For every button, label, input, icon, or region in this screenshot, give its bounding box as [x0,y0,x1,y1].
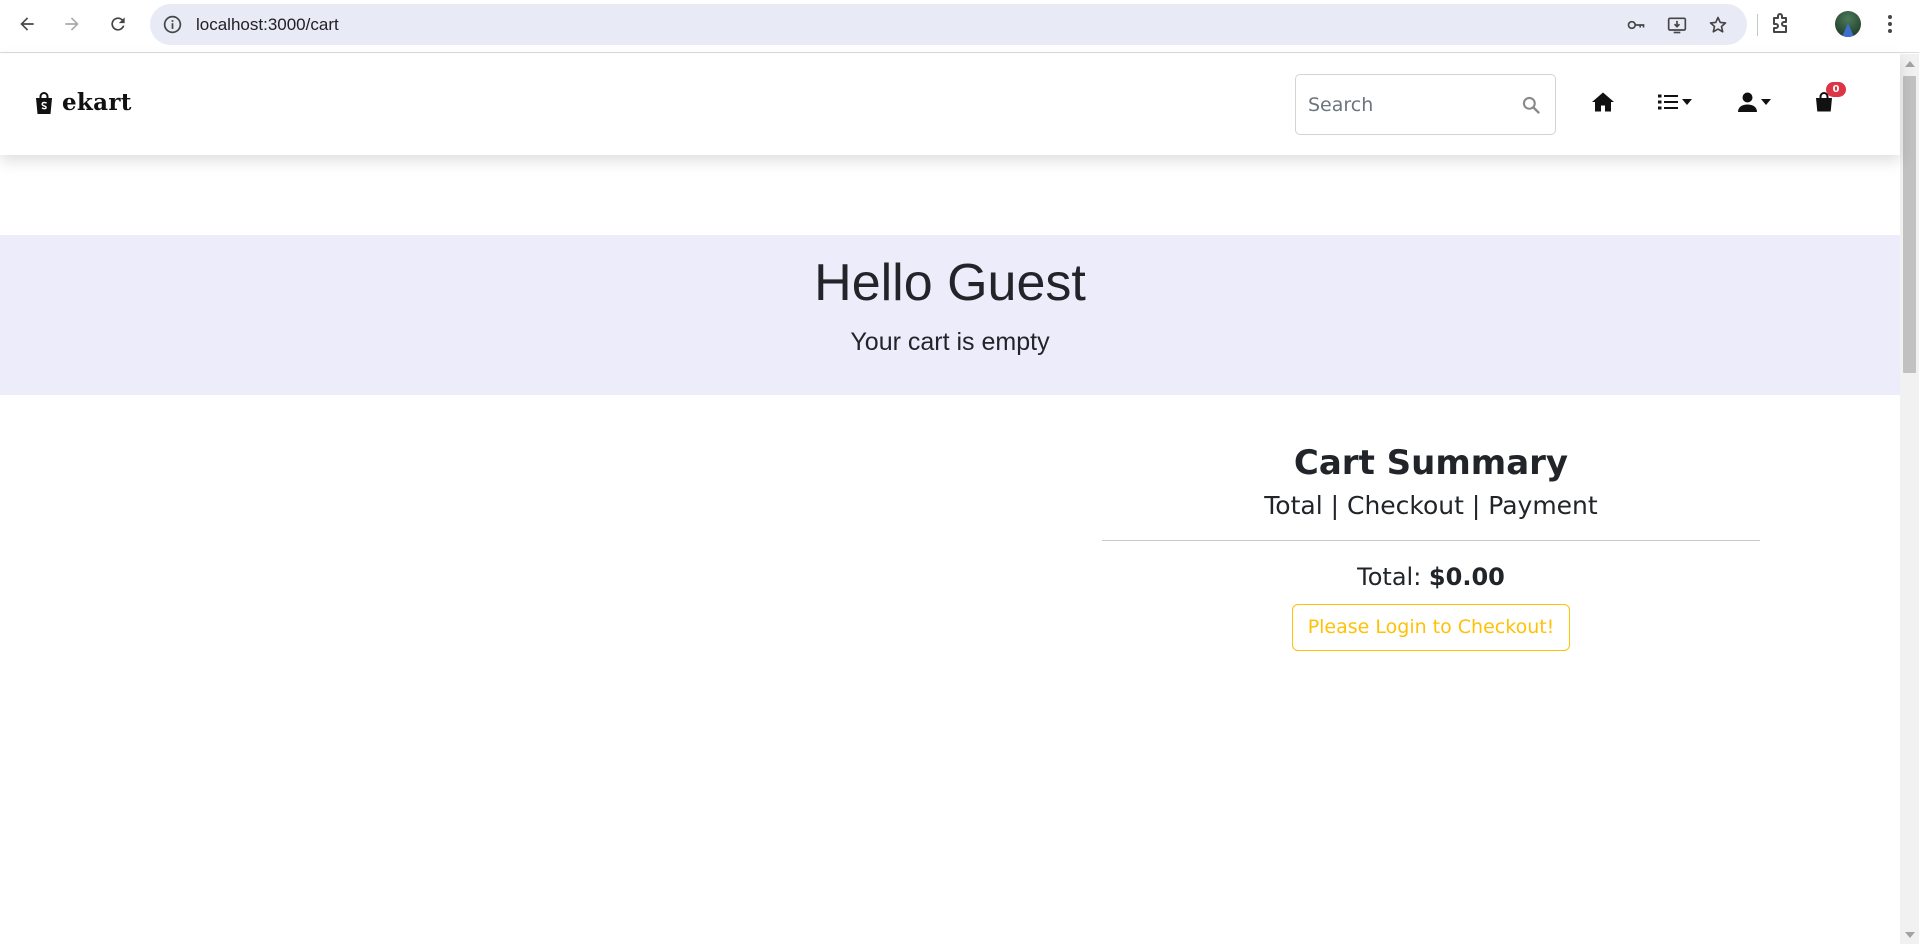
address-bar[interactable]: localhost:3000/cart [150,4,1747,45]
categories-list-icon [1658,94,1678,110]
cart-summary-title: Cart Summary [1293,443,1569,483]
url-text[interactable]: localhost:3000/cart [196,15,339,35]
chevron-down-icon [1761,99,1771,105]
login-to-checkout-button[interactable]: Please Login to Checkout! [1291,604,1571,651]
nav-categories-dropdown[interactable] [1658,90,1692,114]
site-info-icon[interactable] [162,14,183,35]
search-input[interactable] [1308,92,1508,118]
nav-home-link[interactable] [1591,90,1615,114]
nav-user-dropdown[interactable] [1738,90,1771,114]
greeting-title: Hello Guest [814,254,1086,312]
user-icon [1738,92,1757,112]
greeting-banner: Hello Guest Your cart is empty [0,235,1900,395]
summary-divider [1102,540,1760,541]
back-button[interactable] [12,9,42,39]
forward-icon [65,17,79,31]
cart-summary-panel: Cart Summary Total | Checkout | Payment … [1102,442,1760,651]
home-icon [1592,92,1614,112]
bookmark-star-icon[interactable] [1707,15,1729,35]
profile-avatar[interactable] [1835,11,1861,37]
install-app-icon[interactable] [1666,15,1688,35]
password-key-icon[interactable] [1625,15,1647,35]
brand-logo-link[interactable]: ekart [34,89,132,116]
site-navbar: ekart 0 [0,54,1900,155]
cart-summary-subtitle: Total | Checkout | Payment [1264,491,1598,520]
reload-button[interactable] [103,9,133,39]
shopping-bag-icon [36,91,52,114]
scroll-up-arrow-icon[interactable] [1905,61,1915,67]
more-menu-icon[interactable] [1880,13,1900,35]
scroll-down-arrow-icon[interactable] [1905,932,1915,938]
browser-toolbar: localhost:3000/cart [0,0,1919,53]
cart-count-badge: 0 [1826,82,1846,97]
total-row: Total: $0.00 [1102,560,1760,594]
toolbar-divider [1757,14,1758,36]
forward-button[interactable] [57,9,87,39]
search-box[interactable] [1295,74,1556,135]
back-icon [20,17,34,31]
cart-status-text: Your cart is empty [850,328,1050,356]
scroll-thumb[interactable] [1903,76,1916,373]
brand-name[interactable]: ekart [62,89,132,116]
page-scrollbar[interactable] [1900,54,1919,944]
chevron-down-icon [1682,99,1692,105]
reload-icon [111,17,125,31]
total-amount: $0.00 [1428,563,1505,591]
total-label: Total: [1357,563,1422,591]
extensions-icon[interactable] [1768,12,1792,36]
search-icon[interactable] [1521,95,1541,115]
nav-cart-link[interactable]: 0 [1815,82,1846,114]
